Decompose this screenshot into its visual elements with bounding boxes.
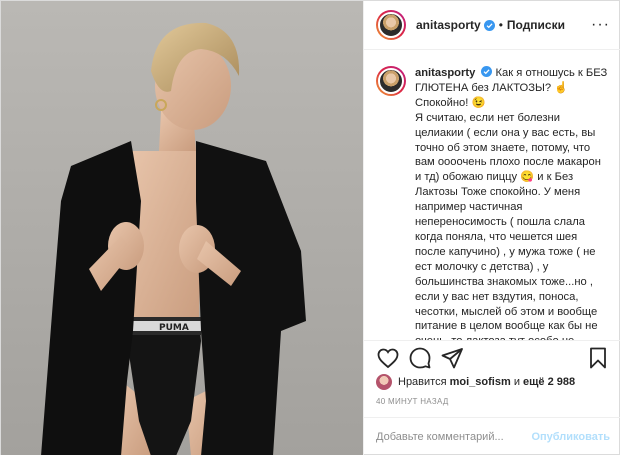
post-modal: PUMA anitasporty • Подписки ··· anitaspo…: [0, 0, 620, 455]
comment-bubble-icon[interactable]: [408, 346, 432, 370]
caption-body: anitasporty Как я отношусь к БЕЗ ГЛЮТЕНА…: [415, 66, 610, 340]
author-avatar[interactable]: [376, 10, 406, 40]
more-options-icon[interactable]: ···: [591, 17, 610, 33]
publish-button[interactable]: Опубликовать: [531, 431, 610, 443]
post-timestamp[interactable]: 40 МИНУТ НАЗАД: [376, 397, 449, 406]
liker-avatar[interactable]: [376, 374, 392, 390]
author-username[interactable]: anitasporty: [416, 18, 481, 32]
likes-count-link[interactable]: ещё 2 988: [523, 376, 575, 388]
caption-scroll-area[interactable]: anitasporty Как я отношусь к БЕЗ ГЛЮТЕНА…: [364, 50, 620, 340]
bookmark-icon[interactable]: [586, 346, 610, 370]
post-actions-bar: [364, 340, 620, 375]
comment-bar: Опубликовать: [364, 417, 620, 455]
heart-icon[interactable]: [376, 346, 400, 370]
caption-username[interactable]: anitasporty: [415, 67, 475, 79]
following-button[interactable]: Подписки: [507, 18, 565, 32]
likes-summary: Нравится moi_sofism и ещё 2 988: [376, 373, 575, 391]
post-photo[interactable]: PUMA: [1, 1, 363, 455]
post-header: anitasporty • Подписки ···: [364, 1, 620, 50]
paper-plane-icon[interactable]: [440, 346, 464, 370]
header-separator: •: [498, 18, 503, 32]
brand-text: PUMA: [159, 323, 189, 333]
caption-verified-badge-icon: [481, 66, 493, 77]
likes-middle: и: [513, 376, 520, 388]
verified-badge-icon: [483, 19, 495, 31]
post-side-panel: anitasporty • Подписки ··· anitasporty К…: [363, 1, 620, 455]
caption-text: Как я отношусь к БЕЗ ГЛЮТЕНА без ЛАКТОЗЫ…: [415, 67, 608, 340]
likes-prefix: Нравится: [398, 376, 447, 388]
caption-row: anitasporty Как я отношусь к БЕЗ ГЛЮТЕНА…: [376, 66, 610, 340]
photo-illustration: PUMA: [1, 1, 363, 455]
comment-input[interactable]: [376, 431, 532, 443]
liker-username[interactable]: moi_sofism: [450, 376, 511, 388]
caption-avatar[interactable]: [376, 66, 406, 96]
